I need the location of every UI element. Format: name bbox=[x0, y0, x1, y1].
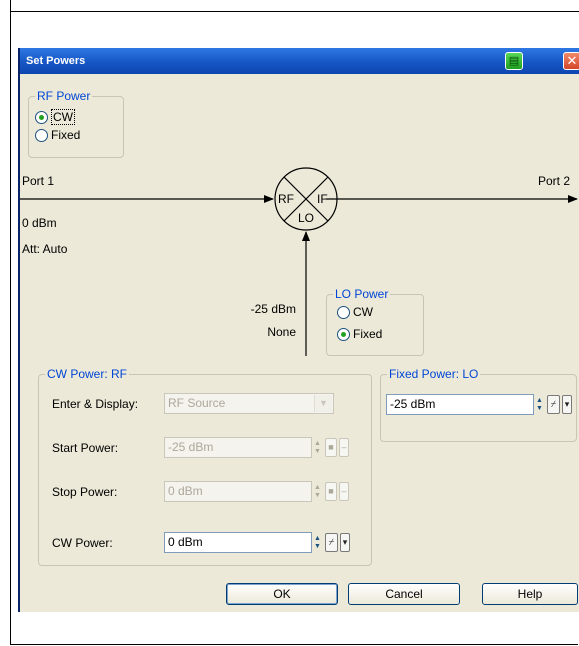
stop-power-keypad-button[interactable]: ■ bbox=[325, 482, 337, 501]
start-power-spinner[interactable]: ▲ ▼ bbox=[313, 437, 322, 458]
cancel-button[interactable]: Cancel bbox=[348, 583, 460, 605]
mixer-rf-label: RF bbox=[278, 192, 294, 206]
start-power-keypad-button[interactable]: ■ bbox=[325, 438, 337, 457]
chevron-down-icon[interactable]: ▼ bbox=[314, 395, 332, 412]
mixer-diagram bbox=[20, 167, 578, 356]
port1-attenuation: Att: Auto bbox=[22, 242, 68, 256]
mixer-lo-label: LO bbox=[298, 211, 315, 225]
stop-power-label: Stop Power: bbox=[52, 485, 118, 499]
lo-power-cw-label: CW bbox=[353, 305, 373, 319]
lo-power-legend: LO Power bbox=[333, 287, 391, 301]
lo-power-fixed-radio[interactable]: Fixed bbox=[337, 327, 382, 341]
fixed-power-lo-dropdown-button[interactable]: ▾ bbox=[562, 395, 572, 414]
mixer-if-label: IF bbox=[317, 192, 328, 206]
lo-power-fixed-label: Fixed bbox=[353, 327, 383, 341]
port1-power-value: 0 dBm bbox=[22, 216, 57, 230]
cw-power-dropdown-button[interactable]: ▾ bbox=[340, 533, 350, 552]
lo-power-group: LO Power bbox=[326, 287, 424, 356]
fixed-power-lo-spinner[interactable]: ▲ ▼ bbox=[535, 394, 544, 415]
lo-power-value: -25 dBm bbox=[250, 302, 296, 316]
radio-selected-icon[interactable] bbox=[337, 327, 350, 341]
fixed-power-lo-step-button[interactable]: ⌿ bbox=[547, 395, 560, 414]
radio-unselected-icon[interactable] bbox=[337, 305, 350, 319]
cw-power-label: CW Power: bbox=[52, 536, 113, 550]
port2-label: Port 2 bbox=[538, 174, 571, 188]
ok-button[interactable]: OK bbox=[226, 583, 338, 605]
start-power-label: Start Power: bbox=[52, 441, 119, 455]
cw-power-step-button[interactable]: ⌿ bbox=[325, 533, 338, 552]
fixed-power-lo-input[interactable]: -25 dBm bbox=[386, 394, 534, 415]
enter-display-value: RF Source bbox=[168, 396, 226, 410]
stop-power-dropdown-button[interactable]: – bbox=[339, 482, 349, 501]
enter-display-select[interactable]: RF Source ▼ bbox=[164, 393, 334, 414]
lo-power-cw-radio[interactable]: CW bbox=[337, 305, 373, 319]
cw-power-rf-legend: CW Power: RF bbox=[45, 367, 130, 381]
enter-display-label: Enter & Display: bbox=[52, 397, 139, 411]
start-power-input[interactable]: -25 dBm bbox=[164, 437, 312, 458]
outer-frame-top-line bbox=[10, 11, 579, 12]
stop-power-input[interactable]: 0 dBm bbox=[164, 481, 312, 502]
stop-power-spinner[interactable]: ▲ ▼ bbox=[313, 481, 322, 502]
start-power-dropdown-button[interactable]: – bbox=[339, 438, 349, 457]
cw-power-spinner[interactable]: ▲ ▼ bbox=[313, 532, 322, 553]
lo-attenuation: None bbox=[267, 325, 296, 339]
set-powers-dialog: Set Powers ▤ ✕ RF Power CW Fixed Port 1 … bbox=[18, 48, 579, 612]
help-button[interactable]: Help bbox=[482, 583, 578, 605]
cw-power-input[interactable]: 0 dBm bbox=[164, 532, 312, 553]
port1-label: Port 1 bbox=[22, 174, 55, 188]
fixed-power-lo-legend: Fixed Power: LO bbox=[387, 367, 481, 381]
